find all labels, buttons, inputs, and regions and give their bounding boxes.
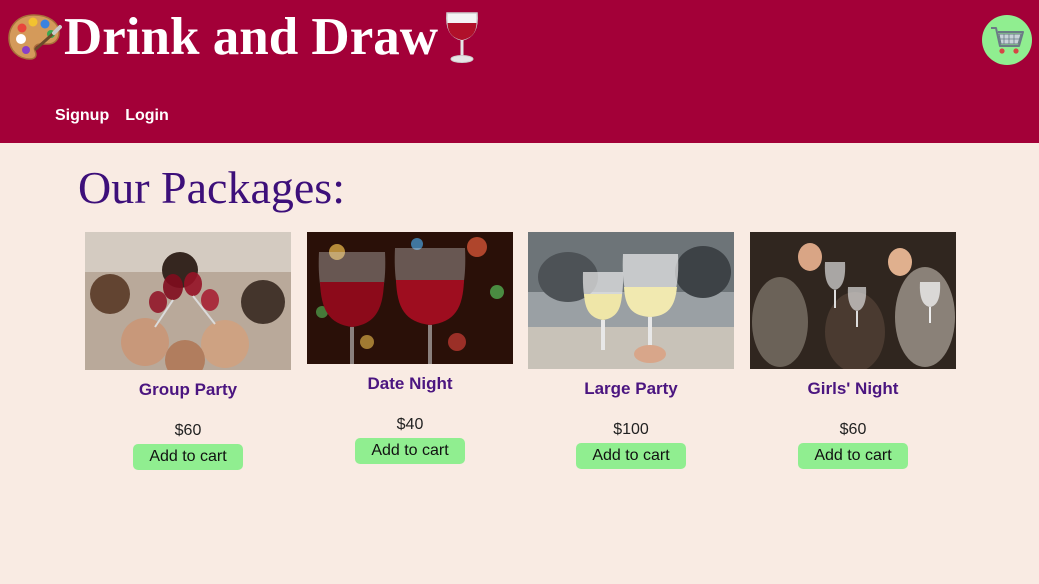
- package-name: Large Party: [584, 379, 678, 398]
- package-price: $100: [613, 421, 649, 438]
- nav-login-link[interactable]: Login: [125, 105, 169, 127]
- add-to-cart-button[interactable]: Add to cart: [798, 443, 908, 469]
- package-image: [85, 232, 291, 370]
- site-header: Drink and Draw Signup Login: [0, 0, 1039, 143]
- wine-glass-icon: [441, 9, 483, 65]
- main-nav: Signup Login: [55, 105, 169, 127]
- package-card-large-party: Large Party $100 Add to cart: [528, 232, 734, 469]
- site-title: Drink and Draw: [64, 8, 439, 66]
- brand: Drink and Draw: [6, 4, 483, 70]
- package-card-date-night: Date Night $40 Add to cart: [307, 232, 513, 464]
- shopping-cart-icon: [988, 21, 1026, 59]
- package-price: $60: [174, 422, 202, 439]
- package-name: Group Party: [138, 380, 238, 399]
- cart-button[interactable]: [982, 15, 1032, 65]
- page-title: Our Packages:: [78, 162, 345, 213]
- package-price: $40: [396, 416, 424, 433]
- package-image: [307, 232, 513, 364]
- package-card-group-party: Group Party $60 Add to cart: [85, 232, 291, 470]
- add-to-cart-button[interactable]: Add to cart: [133, 444, 243, 470]
- nav-signup-link[interactable]: Signup: [55, 105, 109, 127]
- package-image: [528, 232, 734, 369]
- package-image: [750, 232, 956, 369]
- package-name: Date Night: [367, 374, 453, 393]
- add-to-cart-button[interactable]: Add to cart: [355, 438, 465, 464]
- artist-palette-icon: [6, 9, 62, 65]
- package-name: Girls' Night: [807, 379, 899, 398]
- add-to-cart-button[interactable]: Add to cart: [576, 443, 686, 469]
- package-card-girls-night: Girls' Night $60 Add to cart: [750, 232, 956, 469]
- package-price: $60: [839, 421, 867, 438]
